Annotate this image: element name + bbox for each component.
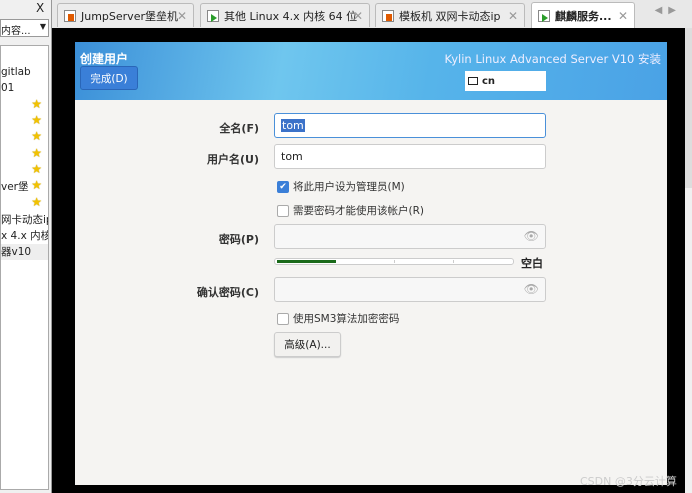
- star-icon: ★: [31, 146, 42, 160]
- strength-fill: [277, 260, 336, 263]
- tab-scroll-arrows[interactable]: ◀▶: [655, 5, 682, 16]
- fullname-input[interactable]: tom: [274, 113, 546, 138]
- library-search-input[interactable]: 内容... ▼: [0, 19, 49, 37]
- vm-tab-bar: JumpServer堡垒机 ✕ 其他 Linux 4.x 内核 64 位 ✕ 模板机…: [52, 0, 692, 28]
- tab-kylin[interactable]: 麒麟服务... ✕: [531, 2, 635, 28]
- keyboard-layout-indicator[interactable]: cn: [465, 71, 546, 91]
- tab-jumpserver[interactable]: JumpServer堡垒机 ✕: [57, 3, 194, 27]
- tab-label: 麒麟服务...: [555, 9, 612, 23]
- keyboard-icon: [468, 77, 478, 85]
- eye-icon[interactable]: 👁: [524, 229, 539, 243]
- star-icon: ★: [31, 162, 42, 176]
- checkbox-icon: [277, 204, 289, 217]
- vm-running-icon: [207, 9, 219, 22]
- tab-template[interactable]: 模板机 双网卡动态ip ✕: [375, 3, 525, 27]
- product-title: Kylin Linux Advanced Server V10 安装: [444, 52, 661, 66]
- sidebar-close-button[interactable]: X: [36, 1, 44, 15]
- star-icon: ★: [31, 178, 42, 192]
- page-title: 创建用户: [80, 52, 129, 66]
- keyboard-layout: cn: [482, 75, 496, 87]
- confirm-password-label: 确认密码(C): [196, 286, 259, 299]
- vm-paused-icon: [382, 9, 394, 22]
- close-tab-icon[interactable]: ✕: [353, 9, 363, 23]
- password-strength-meter: [274, 258, 514, 265]
- close-tab-icon[interactable]: ✕: [618, 9, 628, 23]
- list-item[interactable]: x 4.x 内核: [1, 228, 48, 244]
- username-input[interactable]: tom: [274, 144, 546, 169]
- tab-label: 模板机 双网卡动态ip: [399, 9, 501, 23]
- list-item[interactable]: 网卡动态ip: [1, 212, 48, 228]
- star-icon: ★: [31, 97, 42, 111]
- password-input[interactable]: 👁: [274, 224, 546, 249]
- star-icon: ★: [31, 129, 42, 143]
- tab-other-linux[interactable]: 其他 Linux 4.x 内核 64 位 ✕: [200, 3, 370, 27]
- tab-label: 其他 Linux 4.x 内核 64 位: [224, 9, 358, 23]
- sm3-checkbox[interactable]: 使用SM3算法加密密码: [277, 311, 399, 326]
- dropdown-icon[interactable]: ▼: [40, 22, 46, 31]
- close-tab-icon[interactable]: ✕: [508, 9, 518, 23]
- fullname-label: 全名(F): [219, 122, 259, 135]
- checkbox-checked-icon: ✔: [277, 180, 289, 193]
- username-label: 用户名(U): [207, 153, 259, 166]
- require-password-label: 需要密码才能使用该帐户(R): [293, 205, 424, 217]
- checkbox-icon: [277, 312, 289, 325]
- star-icon: ★: [31, 113, 42, 127]
- confirm-password-input[interactable]: 👁: [274, 277, 546, 302]
- list-item-selected[interactable]: 器v10: [1, 244, 48, 260]
- advanced-button[interactable]: 高级(A)...: [274, 332, 341, 357]
- done-button[interactable]: 完成(D): [80, 66, 138, 90]
- tab-label: JumpServer堡垒机: [81, 9, 178, 23]
- strength-text: 空白: [521, 257, 543, 270]
- sm3-label: 使用SM3算法加密密码: [293, 313, 400, 325]
- watermark: CSDN @3分云计算: [580, 475, 677, 488]
- password-label: 密码(P): [218, 233, 259, 246]
- require-password-checkbox[interactable]: 需要密码才能使用该帐户(R): [277, 203, 424, 218]
- close-tab-icon[interactable]: ✕: [177, 9, 187, 23]
- sidebar: X 内容... ▼ gitlab 01 ★ ★ ★ ★ ★ ver堡 ★ ★ 网卡…: [0, 0, 52, 493]
- star-icon: ★: [31, 195, 42, 209]
- search-text: 内容...: [1, 26, 31, 37]
- admin-label: 将此用户设为管理员(M): [293, 181, 405, 193]
- list-item[interactable]: 01: [1, 82, 48, 98]
- scrollbar[interactable]: [685, 28, 692, 188]
- eye-icon[interactable]: 👁: [524, 282, 539, 296]
- vm-library-list: gitlab 01 ★ ★ ★ ★ ★ ver堡 ★ ★ 网卡动态ip x 4.…: [0, 45, 49, 490]
- list-item[interactable]: gitlab: [1, 66, 48, 82]
- vm-running-icon: [538, 9, 550, 22]
- installer-header: 创建用户 完成(D) Kylin Linux Advanced Server V…: [75, 42, 667, 100]
- installer-window: 创建用户 完成(D) Kylin Linux Advanced Server V…: [75, 42, 667, 485]
- fullname-value: tom: [281, 119, 305, 132]
- vm-paused-icon: [64, 9, 76, 22]
- admin-checkbox[interactable]: ✔ 将此用户设为管理员(M): [277, 179, 405, 194]
